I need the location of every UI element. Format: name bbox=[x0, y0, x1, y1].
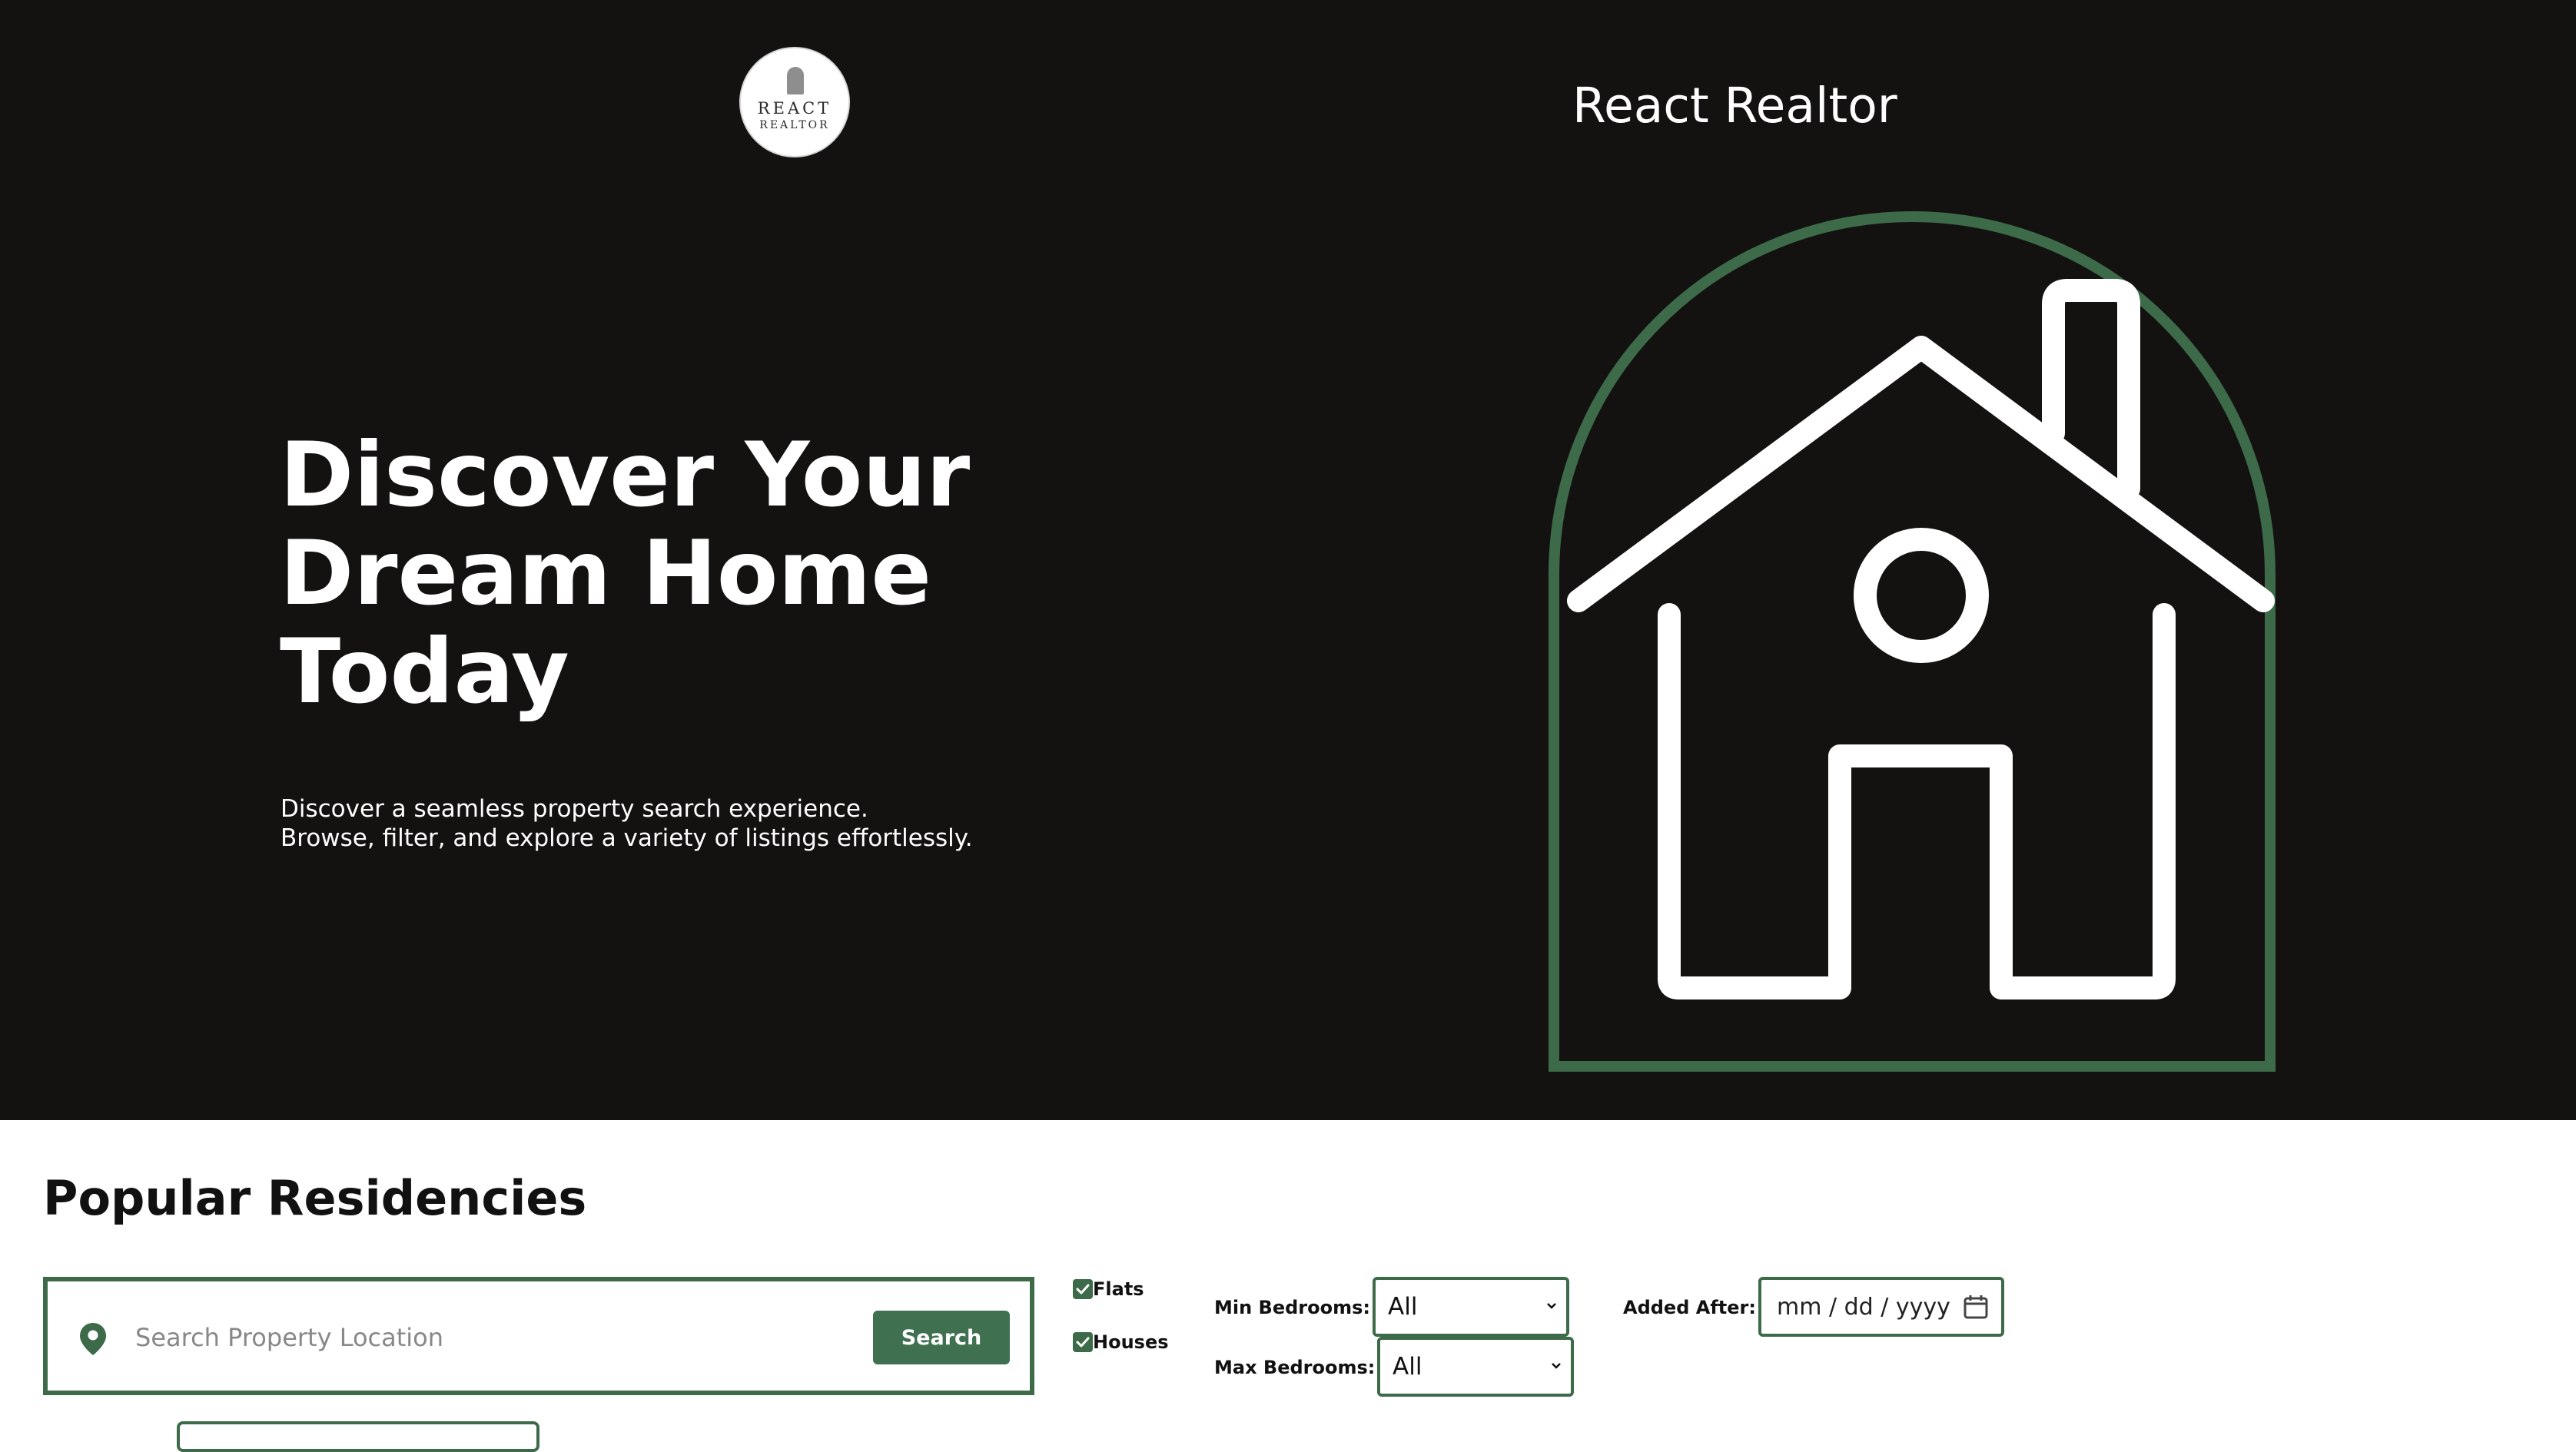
max-bedrooms-value: All bbox=[1393, 1353, 1422, 1381]
min-bedrooms-label: Min Bedrooms: bbox=[1214, 1297, 1371, 1318]
search-bar: Search bbox=[43, 1277, 1034, 1395]
houses-label: Houses bbox=[1093, 1331, 1169, 1353]
section-title: Popular Residencies bbox=[43, 1170, 587, 1226]
min-bedrooms-select[interactable]: All bbox=[1373, 1277, 1569, 1337]
flats-checkbox[interactable] bbox=[1073, 1279, 1093, 1299]
location-pin-icon bbox=[80, 1323, 106, 1355]
hero-subtext-line-1: Discover a seamless property search expe… bbox=[281, 795, 868, 823]
house-walls bbox=[1658, 603, 2176, 999]
checkmark-icon bbox=[1076, 1284, 1090, 1295]
checkmark-icon bbox=[1076, 1337, 1090, 1348]
min-bedrooms-value: All bbox=[1388, 1293, 1418, 1321]
house-arch-icon bbox=[1549, 211, 2276, 1072]
calendar-icon[interactable] bbox=[1963, 1294, 1989, 1320]
roof-line bbox=[1567, 336, 2275, 612]
search-button[interactable]: Search bbox=[873, 1311, 1010, 1364]
search-input[interactable] bbox=[135, 1314, 865, 1361]
hero-subtext: Discover a seamless property search expe… bbox=[281, 794, 1049, 853]
logo-mark-icon bbox=[787, 67, 804, 94]
logo-text-react: REACT bbox=[757, 99, 832, 118]
sort-select[interactable] bbox=[177, 1421, 539, 1452]
max-bedrooms-label: Max Bedrooms: bbox=[1214, 1357, 1376, 1378]
houses-checkbox[interactable] bbox=[1073, 1332, 1093, 1352]
date-placeholder: mm / dd / yyyy bbox=[1777, 1294, 1950, 1321]
hero-headline: Discover Your Dream Home Today bbox=[280, 423, 971, 724]
added-after-label: Added After: bbox=[1623, 1297, 1756, 1318]
houses-filter[interactable]: Houses bbox=[1073, 1331, 1169, 1353]
round-window bbox=[1854, 528, 1989, 663]
chevron-down-icon bbox=[1547, 1303, 1556, 1309]
hero-subtext-line-2: Browse, filter, and explore a variety of… bbox=[281, 824, 973, 852]
added-after-date-input[interactable]: mm / dd / yyyy bbox=[1758, 1277, 2004, 1337]
hero-section: REACT REALTOR React Realtor Discover You… bbox=[0, 0, 2576, 1120]
max-bedrooms-select[interactable]: All bbox=[1377, 1337, 1574, 1397]
chevron-down-icon bbox=[1552, 1363, 1561, 1369]
flats-label: Flats bbox=[1093, 1278, 1144, 1300]
logo-text-realtor: REALTOR bbox=[759, 119, 830, 131]
brand-name: React Realtor bbox=[1572, 78, 1897, 134]
flats-filter[interactable]: Flats bbox=[1073, 1278, 1144, 1300]
logo[interactable]: REACT REALTOR bbox=[741, 48, 848, 156]
